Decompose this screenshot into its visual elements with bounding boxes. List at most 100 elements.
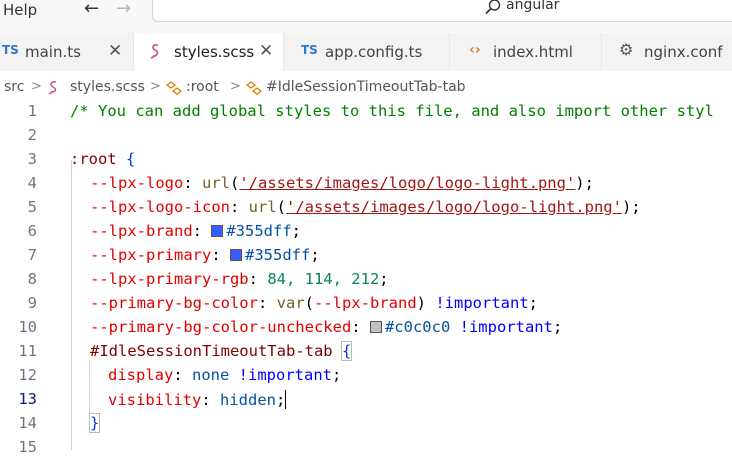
line-number: 3: [27, 150, 37, 168]
line-number: 13: [18, 390, 37, 408]
chevron-right-icon: >: [230, 79, 241, 94]
line-number: 8: [27, 270, 37, 288]
number-value: 84, 114, 212: [267, 270, 380, 288]
tab-label: index.html: [493, 43, 573, 61]
code-line: 11 #IdleSessionTimeoutTab-tab {: [0, 340, 732, 364]
symbol-selector-icon: [165, 81, 183, 95]
code-text: --lpx-logo-icon: url('/assets/images/log…: [90, 198, 641, 216]
property: visibility: [108, 391, 202, 409]
menu-help[interactable]: Help: [3, 1, 37, 19]
forward-arrow-icon[interactable]: →: [116, 0, 131, 19]
code-line: 15: [0, 436, 732, 460]
property: --lpx-logo: [90, 174, 184, 192]
code-text: }: [88, 413, 101, 433]
html-icon: ‹›: [469, 42, 481, 58]
line-number: 15: [18, 438, 37, 456]
string[interactable]: '/assets/images/logo/logo-light.png': [239, 174, 575, 192]
breadcrumb-file[interactable]: styles.scss: [70, 79, 145, 95]
tab-styles-scss[interactable]: styles.scss ✕: [134, 33, 284, 71]
code-editor[interactable]: 1 /* You can add global styles to this f…: [0, 100, 732, 456]
property: --primary-bg-color: [90, 294, 258, 312]
important: !important: [238, 366, 332, 384]
line-number: 2: [27, 126, 37, 144]
code-text: --lpx-logo: url('/assets/images/logo/log…: [90, 174, 594, 192]
code-line: 10 --primary-bg-color-unchecked: #c0c0c0…: [0, 316, 732, 340]
breadcrumb-root-selector[interactable]: :root: [186, 79, 219, 95]
property: --lpx-primary-rgb: [90, 270, 249, 288]
color-swatch[interactable]: [369, 321, 382, 333]
close-icon[interactable]: ✕: [259, 41, 273, 61]
code-line: 5 --lpx-logo-icon: url('/assets/images/l…: [0, 196, 732, 220]
selector: #IdleSessionTimeoutTab-tab: [90, 342, 333, 360]
code-line: 13 visibility: hidden;: [0, 388, 732, 412]
property: --primary-bg-color-unchecked: [90, 318, 352, 336]
tab-label: styles.scss: [174, 43, 255, 61]
typescript-icon: TS: [2, 43, 19, 57]
line-number: 7: [27, 246, 37, 264]
command-center-search[interactable]: angular: [152, 0, 732, 22]
code-line: 6 --lpx-brand: #355dff;: [0, 220, 732, 244]
selector: :root: [70, 150, 117, 168]
code-line: 7 --lpx-primary: #355dff;: [0, 244, 732, 268]
search-icon: [485, 0, 501, 15]
tab-app-config-ts[interactable]: TS app.config.ts: [284, 33, 450, 71]
code-line: 8 --lpx-primary-rgb: 84, 114, 212;: [0, 268, 732, 292]
line-number: 1: [27, 102, 37, 120]
brace: {: [340, 341, 353, 361]
important: !important: [435, 294, 529, 312]
text-cursor: [285, 390, 287, 409]
code-text: --lpx-brand: #355dff;: [90, 222, 301, 240]
color-value: #355dff: [226, 222, 292, 240]
line-number: 6: [27, 222, 37, 240]
important: !important: [459, 318, 553, 336]
line-number: 9: [27, 294, 37, 312]
search-text: angular: [506, 0, 560, 13]
breadcrumb: src > styles.scss > :root > #IdleSession…: [0, 71, 732, 103]
typescript-icon: TS: [301, 43, 318, 57]
line-number: 14: [18, 414, 37, 432]
color-value: #355dff: [245, 246, 311, 264]
code-line: 4 --lpx-logo: url('/assets/images/logo/l…: [0, 172, 732, 196]
tab-index-html[interactable]: ‹› index.html: [450, 33, 602, 71]
tab-label: main.ts: [25, 43, 81, 61]
string[interactable]: '/assets/images/logo/logo-light.png': [286, 198, 622, 216]
code-line: 1 /* You can add global styles to this f…: [0, 100, 732, 124]
breadcrumb-src[interactable]: src: [4, 79, 24, 95]
brace: }: [88, 413, 101, 433]
line-number: 11: [18, 342, 37, 360]
color-value: #c0c0c0: [384, 318, 451, 336]
sass-icon: [48, 81, 57, 95]
tab-main-ts[interactable]: TS main.ts ✕: [0, 33, 134, 71]
color-swatch[interactable]: [230, 249, 242, 261]
line-number: 5: [27, 198, 37, 216]
tab-label: nginx.conf: [644, 43, 723, 61]
property: --lpx-primary: [90, 246, 212, 264]
code-text: visibility: hidden;: [108, 390, 287, 409]
chevron-right-icon: >: [31, 79, 42, 94]
color-swatch[interactable]: [211, 225, 224, 237]
code-line: 12 display: none !important;: [0, 364, 732, 388]
property: --lpx-brand: [90, 222, 193, 240]
function: var: [276, 294, 305, 312]
back-arrow-icon[interactable]: ←: [84, 0, 99, 19]
tab-label: app.config.ts: [325, 43, 423, 61]
line-number: 10: [18, 318, 37, 336]
code-text: --lpx-primary: #355dff;: [90, 246, 320, 264]
brace: {: [126, 150, 136, 168]
code-text: --primary-bg-color: var(--lpx-brand) !im…: [90, 294, 538, 312]
code-text: --primary-bg-color-unchecked: #c0c0c0 !i…: [90, 318, 563, 336]
code-line: 3 :root {: [0, 148, 732, 172]
line-number: 4: [27, 174, 37, 192]
breadcrumb-id-selector[interactable]: #IdleSessionTimeoutTab-tab: [266, 79, 466, 95]
code-text: display: none !important;: [108, 366, 342, 384]
chevron-right-icon: >: [150, 79, 161, 94]
code-line: 9 --primary-bg-color: var(--lpx-brand) !…: [0, 292, 732, 316]
code-text: --lpx-primary-rgb: 84, 114, 212;: [90, 270, 389, 288]
sass-icon: [150, 44, 159, 59]
close-icon[interactable]: ✕: [108, 41, 122, 61]
symbol-selector-icon: [245, 81, 263, 95]
function: url: [248, 198, 277, 216]
variable: --lpx-brand: [314, 294, 417, 312]
tab-nginx-conf[interactable]: ⚙ nginx.conf: [602, 33, 732, 71]
code-text: /* You can add global styles to this fil…: [70, 102, 714, 120]
